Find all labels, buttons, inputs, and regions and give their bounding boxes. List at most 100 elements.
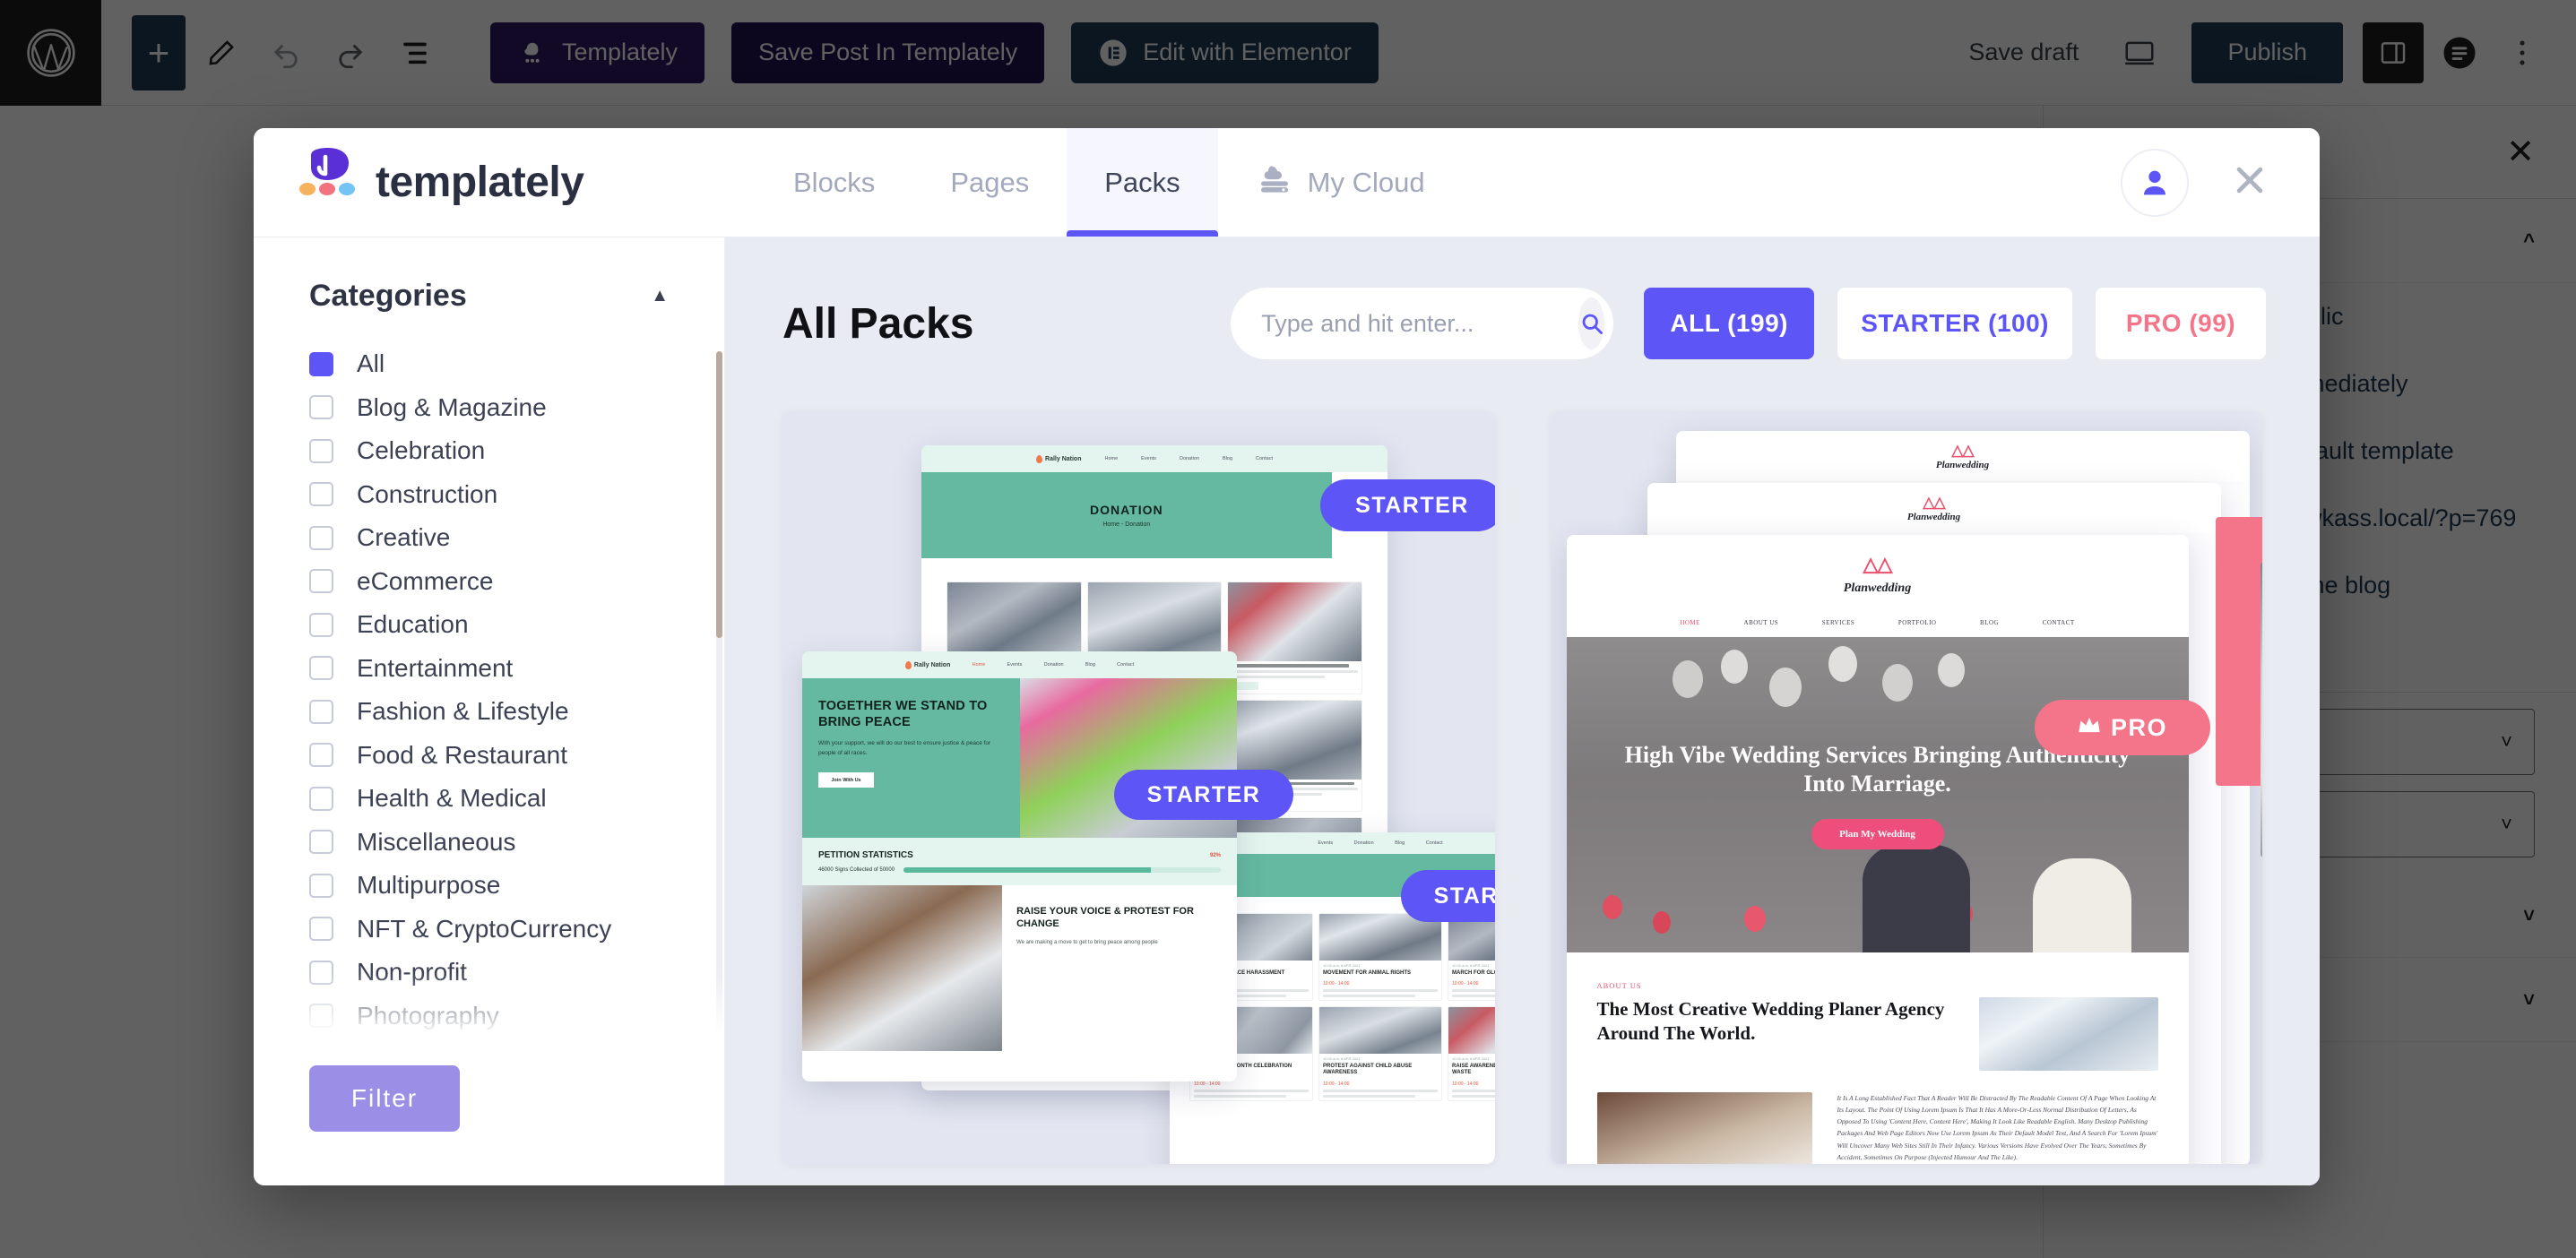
search-bar[interactable] bbox=[1231, 288, 1614, 359]
category-label: Miscellaneous bbox=[357, 827, 516, 856]
user-avatar-icon[interactable] bbox=[2121, 148, 2189, 217]
checkbox-icon[interactable] bbox=[309, 482, 333, 507]
cloud-drive-icon bbox=[1256, 161, 1293, 204]
search-icon[interactable] bbox=[1578, 297, 1605, 349]
preview-brand: △△ Planwedding bbox=[1566, 535, 2189, 614]
checkbox-icon[interactable] bbox=[309, 351, 333, 376]
templately-brand[interactable]: templately bbox=[254, 128, 756, 237]
categories-list: All Blog & Magazine Celebration Construc… bbox=[254, 342, 724, 1035]
preview-page-header: DONATION Home - Donation bbox=[921, 472, 1332, 558]
search-input[interactable] bbox=[1261, 309, 1579, 338]
category-label: Health & Medical bbox=[357, 784, 547, 813]
checkbox-icon[interactable] bbox=[309, 612, 333, 637]
category-item-health-medical[interactable]: Health & Medical bbox=[309, 777, 669, 821]
tab-label: Blocks bbox=[793, 166, 876, 198]
category-label: Photography bbox=[357, 1001, 499, 1030]
category-item-photography[interactable]: Photography bbox=[309, 995, 669, 1036]
categories-title: Categories bbox=[309, 279, 467, 313]
preview-section-two: RAISE YOUR VOICE & PROTEST FOR CHANGE We… bbox=[802, 885, 1237, 1051]
templately-body: Categories ▲ All Blog & Magazine Celebra… bbox=[254, 237, 2320, 1185]
checkbox-icon[interactable] bbox=[309, 699, 333, 724]
preview-card bbox=[1227, 582, 1362, 694]
tab-blocks[interactable]: Blocks bbox=[756, 128, 912, 237]
templately-nav: Blocks Pages Packs My Cloud bbox=[756, 128, 1463, 237]
segment-all[interactable]: ALL (199) bbox=[1644, 288, 1815, 359]
tab-my-cloud[interactable]: My Cloud bbox=[1218, 128, 1463, 237]
preview-event-card: 10.00 a.m, 8 APR 2021 MOVEMENT FOR ANIMA… bbox=[1318, 913, 1442, 1002]
checkbox-icon[interactable] bbox=[309, 525, 333, 550]
category-item-multipurpose[interactable]: Multipurpose bbox=[309, 864, 669, 908]
checkbox-icon[interactable] bbox=[309, 743, 333, 768]
page-title: All Packs bbox=[782, 299, 974, 348]
planwedding-logo-icon: △△ bbox=[1863, 553, 1893, 575]
category-label: Education bbox=[357, 610, 469, 639]
category-item-ecommerce[interactable]: eCommerce bbox=[309, 560, 669, 604]
category-item-nft-cryptocurrency[interactable]: NFT & CryptoCurrency bbox=[309, 908, 669, 952]
templately-modal: templately Blocks Pages Packs My Cloud C… bbox=[254, 128, 2320, 1185]
checkbox-icon[interactable] bbox=[309, 395, 333, 420]
category-label: Blog & Magazine bbox=[357, 392, 547, 421]
close-icon[interactable] bbox=[2230, 160, 2269, 204]
category-label: All bbox=[357, 349, 385, 378]
category-item-food-restaurant[interactable]: Food & Restaurant bbox=[309, 734, 669, 778]
tab-label: Pages bbox=[950, 166, 1030, 198]
checkbox-icon[interactable] bbox=[309, 569, 333, 594]
pack-badge-starter: STARTER bbox=[1401, 870, 1495, 922]
preview-menu: HOME ABOUT US SERVICES PORTFOLIO BLOG CO… bbox=[1680, 619, 2075, 626]
header-actions bbox=[2121, 128, 2320, 237]
preview-hero: High Vibe Wedding Services Bringing Auth… bbox=[1566, 637, 2189, 952]
checkbox-icon[interactable] bbox=[309, 873, 333, 898]
pack-card-planwedding[interactable]: △△ Planwedding △△ Planwedding △△ Planwed… bbox=[1550, 411, 2262, 1164]
checkbox-icon[interactable] bbox=[309, 438, 333, 463]
category-label: Construction bbox=[357, 479, 498, 508]
tab-pages[interactable]: Pages bbox=[912, 128, 1067, 237]
scrollbar-thumb[interactable] bbox=[716, 351, 722, 638]
category-label: Fashion & Lifestyle bbox=[357, 697, 569, 726]
category-item-all[interactable]: All bbox=[309, 342, 669, 386]
preview-stats: PETITION STATISTICS 92% 46000 Signs Coll… bbox=[802, 838, 1237, 885]
filter-button[interactable]: Filter bbox=[309, 1065, 460, 1132]
pack-badge-pro: PRO bbox=[2034, 700, 2210, 755]
category-label: eCommerce bbox=[357, 566, 494, 595]
planwedding-logo-icon: △△ bbox=[1951, 442, 1974, 459]
crown-icon bbox=[2077, 714, 2102, 742]
caret-up-icon[interactable]: ▲ bbox=[651, 286, 669, 306]
filter-zone: Filter bbox=[254, 1035, 724, 1185]
category-label: Food & Restaurant bbox=[357, 740, 568, 769]
category-label: NFT & CryptoCurrency bbox=[357, 914, 612, 943]
pack-card-rally-nation[interactable]: Rally Nation Home Events Donation Blog C… bbox=[782, 411, 1495, 1164]
checkbox-icon[interactable] bbox=[309, 917, 333, 942]
segment-starter[interactable]: STARTER (100) bbox=[1837, 288, 2072, 359]
category-item-creative[interactable]: Creative bbox=[309, 516, 669, 560]
category-item-fashion-lifestyle[interactable]: Fashion & Lifestyle bbox=[309, 690, 669, 734]
about-image-flowers bbox=[1978, 997, 2158, 1071]
category-label: Creative bbox=[357, 523, 451, 552]
packs-toolbar: All Packs ALL (199) STARTER (100) PRO (9… bbox=[725, 237, 2320, 359]
packs-main-area: All Packs ALL (199) STARTER (100) PRO (9… bbox=[725, 237, 2320, 1185]
category-item-entertainment[interactable]: Entertainment bbox=[309, 647, 669, 691]
category-item-celebration[interactable]: Celebration bbox=[309, 429, 669, 473]
categories-header[interactable]: Categories ▲ bbox=[254, 237, 724, 342]
category-item-blog-magazine[interactable]: Blog & Magazine bbox=[309, 386, 669, 430]
templately-logo-icon bbox=[298, 147, 358, 218]
preview-side-image bbox=[2260, 562, 2262, 857]
pack-preview-front: △△ Planwedding HOME ABOUT US SERVICES PO… bbox=[1566, 535, 2189, 1164]
checkbox-icon[interactable] bbox=[309, 1004, 333, 1029]
category-item-construction[interactable]: Construction bbox=[309, 473, 669, 517]
preview-brand: △△ Planwedding bbox=[1647, 483, 2221, 533]
category-item-education[interactable]: Education bbox=[309, 603, 669, 647]
segment-pro[interactable]: PRO (99) bbox=[2096, 288, 2266, 359]
category-item-non-profit[interactable]: Non-profit bbox=[309, 951, 669, 995]
preview-event-card: 10.00 a.m, 8 APR 2021 PROTEST AGAINST CH… bbox=[1318, 1006, 1442, 1101]
tab-label: Packs bbox=[1104, 166, 1180, 198]
category-item-miscellaneous[interactable]: Miscellaneous bbox=[309, 821, 669, 865]
checkbox-icon[interactable] bbox=[309, 830, 333, 855]
checkbox-icon[interactable] bbox=[309, 960, 333, 985]
category-label: Non-profit bbox=[357, 958, 467, 987]
checkbox-icon[interactable] bbox=[309, 656, 333, 681]
tab-packs[interactable]: Packs bbox=[1067, 128, 1219, 237]
category-label: Multipurpose bbox=[357, 871, 501, 900]
checkbox-icon[interactable] bbox=[309, 786, 333, 811]
categories-scrollbar[interactable] bbox=[716, 351, 722, 1035]
tab-label: My Cloud bbox=[1307, 166, 1425, 198]
